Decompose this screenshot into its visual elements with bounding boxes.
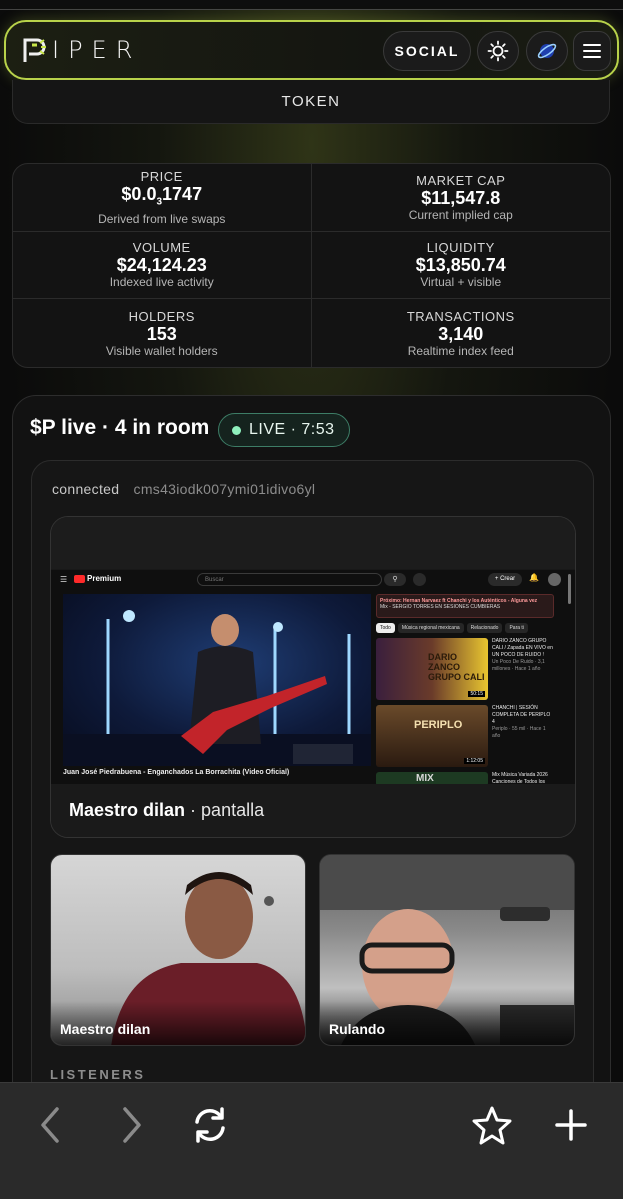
youtube-logo: Premium: [74, 574, 121, 583]
stat-holders: HOLDERS 153 Visible wallet holders: [13, 299, 312, 367]
refresh-button[interactable]: [188, 1103, 232, 1147]
logo-mark-icon: [20, 35, 50, 65]
participant-name: Rulando: [320, 1001, 574, 1045]
stat-volume: VOLUME $24,124.23 Indexed live activity: [13, 231, 312, 300]
forward-arrow-icon: [123, 1107, 141, 1143]
participant-tile[interactable]: Maestro dilan: [50, 854, 306, 1046]
youtube-create-button: + Crear: [488, 573, 522, 586]
live-dot-icon: [232, 426, 241, 435]
youtube-bell-icon: 🔔: [529, 573, 539, 582]
bookmark-button[interactable]: [470, 1103, 514, 1147]
screen-share-suffix: · pantalla: [190, 800, 265, 820]
live-status-badge: LIVE · 7:53: [218, 413, 350, 447]
youtube-search-icon: ⚲: [384, 573, 406, 586]
participant-tile[interactable]: Rulando: [319, 854, 575, 1046]
youtube-scrollbar: [568, 574, 571, 604]
youtube-chips: Todo Música regional mexicana Relacionad…: [376, 623, 554, 633]
stat-label: MARKET CAP: [416, 172, 506, 188]
youtube-topbar: ☰ Premium Buscar ⚲ + Crear 🔔: [51, 570, 575, 589]
forward-button[interactable]: [110, 1103, 154, 1147]
stat-note: Virtual + visible: [420, 275, 502, 290]
youtube-menu-icon: ☰: [60, 575, 68, 584]
app-header: IPER SOCIAL: [4, 20, 619, 80]
star-icon: [472, 1106, 512, 1145]
youtube-chip: Música regional mexicana: [397, 623, 464, 633]
menu-button[interactable]: [573, 31, 611, 71]
stat-label: TRANSACTIONS: [406, 308, 515, 324]
menu-icon: [583, 44, 601, 58]
stat-value: $13,850.74: [415, 255, 506, 276]
youtube-thumbnail: DARIO ZANCO GRUPO CALI 50:15: [376, 638, 488, 700]
stat-value: $0.031747: [121, 183, 203, 208]
youtube-chip: Para ti: [505, 623, 528, 633]
globe-icon: [537, 43, 557, 59]
connection-state: connected: [52, 481, 120, 497]
token-tab[interactable]: TOKEN: [12, 80, 610, 124]
youtube-next-up: Próximo: Hernan Narvaez ft Chanchi y los…: [376, 594, 554, 618]
youtube-mic-icon: [413, 573, 426, 586]
screen-share-tile[interactable]: ☰ Premium Buscar ⚲ + Crear 🔔 Juan José P…: [50, 516, 576, 838]
stat-note: Current implied cap: [408, 207, 513, 222]
youtube-video-title: Juan José Piedrabuena - Enganchados La B…: [63, 769, 290, 776]
stat-value: 153: [146, 323, 177, 344]
connection-status: connected cms43iodk007ymi01idivo6yl: [52, 481, 315, 497]
participant-name: Maestro dilan: [51, 1001, 305, 1045]
logo[interactable]: IPER: [20, 35, 141, 65]
token-stats-grid: PRICE $0.031747 Derived from live swaps …: [12, 163, 611, 368]
back-button[interactable]: [28, 1103, 72, 1147]
stat-label: LIQUIDITY: [426, 240, 495, 256]
youtube-recommendation: PERIPLO 1:12:05 CHANCHI | SESIÓN COMPLET…: [376, 705, 554, 767]
youtube-video-frame: [63, 594, 371, 766]
theme-toggle-button[interactable]: [477, 31, 519, 71]
network-button[interactable]: [526, 31, 568, 71]
stat-note: Indexed live activity: [109, 275, 214, 290]
concert-scene-image: [63, 610, 371, 766]
stat-label: PRICE: [140, 168, 183, 184]
browser-toolbar: [0, 1082, 623, 1199]
room-panel: connected cms43iodk007ymi01idivo6yl ☰ Pr…: [31, 460, 594, 1120]
youtube-sidebar: Próximo: Hernan Narvaez ft Chanchi y los…: [376, 594, 554, 786]
stat-note: Visible wallet holders: [105, 343, 218, 358]
presenter-name: Maestro dilan: [69, 800, 186, 820]
stat-label: HOLDERS: [128, 308, 195, 324]
stat-value: $11,547.8: [421, 187, 501, 208]
youtube-chip: Relacionado: [466, 623, 503, 633]
sun-icon: [487, 40, 509, 62]
new-tab-button[interactable]: [549, 1103, 593, 1147]
youtube-search: Buscar: [197, 573, 382, 586]
screen-share-label: Maestro dilan · pantalla: [51, 784, 575, 837]
stat-market-cap: MARKET CAP $11,547.8 Current implied cap: [311, 164, 610, 232]
stat-value: $24,124.23: [116, 255, 207, 276]
youtube-avatar: [548, 573, 561, 586]
screen-share-letterbox: [51, 517, 575, 569]
logo-text: IPER: [52, 36, 142, 64]
stat-label: VOLUME: [132, 240, 191, 256]
status-bar: [0, 0, 623, 10]
live-room-title: $P live · 4 in room: [30, 416, 210, 439]
stat-liquidity: LIQUIDITY $13,850.74 Virtual + visible: [311, 232, 610, 300]
youtube-chip: Todo: [376, 623, 395, 633]
live-badge-text: LIVE · 7:53: [249, 421, 335, 438]
stat-note: Derived from live swaps: [98, 212, 226, 227]
shared-screen-content: ☰ Premium Buscar ⚲ + Crear 🔔 Juan José P…: [51, 570, 575, 786]
youtube-thumbnail: PERIPLO 1:12:05: [376, 705, 488, 767]
room-id: cms43iodk007ymi01idivo6yl: [133, 481, 316, 497]
back-arrow-icon: [41, 1107, 59, 1143]
plus-icon: [555, 1109, 587, 1141]
social-button[interactable]: SOCIAL: [383, 31, 471, 71]
live-room-card: $P live · 4 in room LIVE · 7:53 connecte…: [12, 395, 611, 1120]
stat-price: PRICE $0.031747 Derived from live swaps: [13, 164, 312, 232]
youtube-recommendation: DARIO ZANCO GRUPO CALI 50:15 DARIO ZANCO…: [376, 638, 554, 700]
stat-transactions: TRANSACTIONS 3,140 Realtime index feed: [312, 299, 611, 367]
listeners-heading: LISTENERS: [50, 1067, 146, 1082]
stat-note: Realtime index feed: [407, 343, 514, 358]
refresh-icon: [195, 1107, 225, 1143]
stat-value: 3,140: [438, 323, 484, 344]
